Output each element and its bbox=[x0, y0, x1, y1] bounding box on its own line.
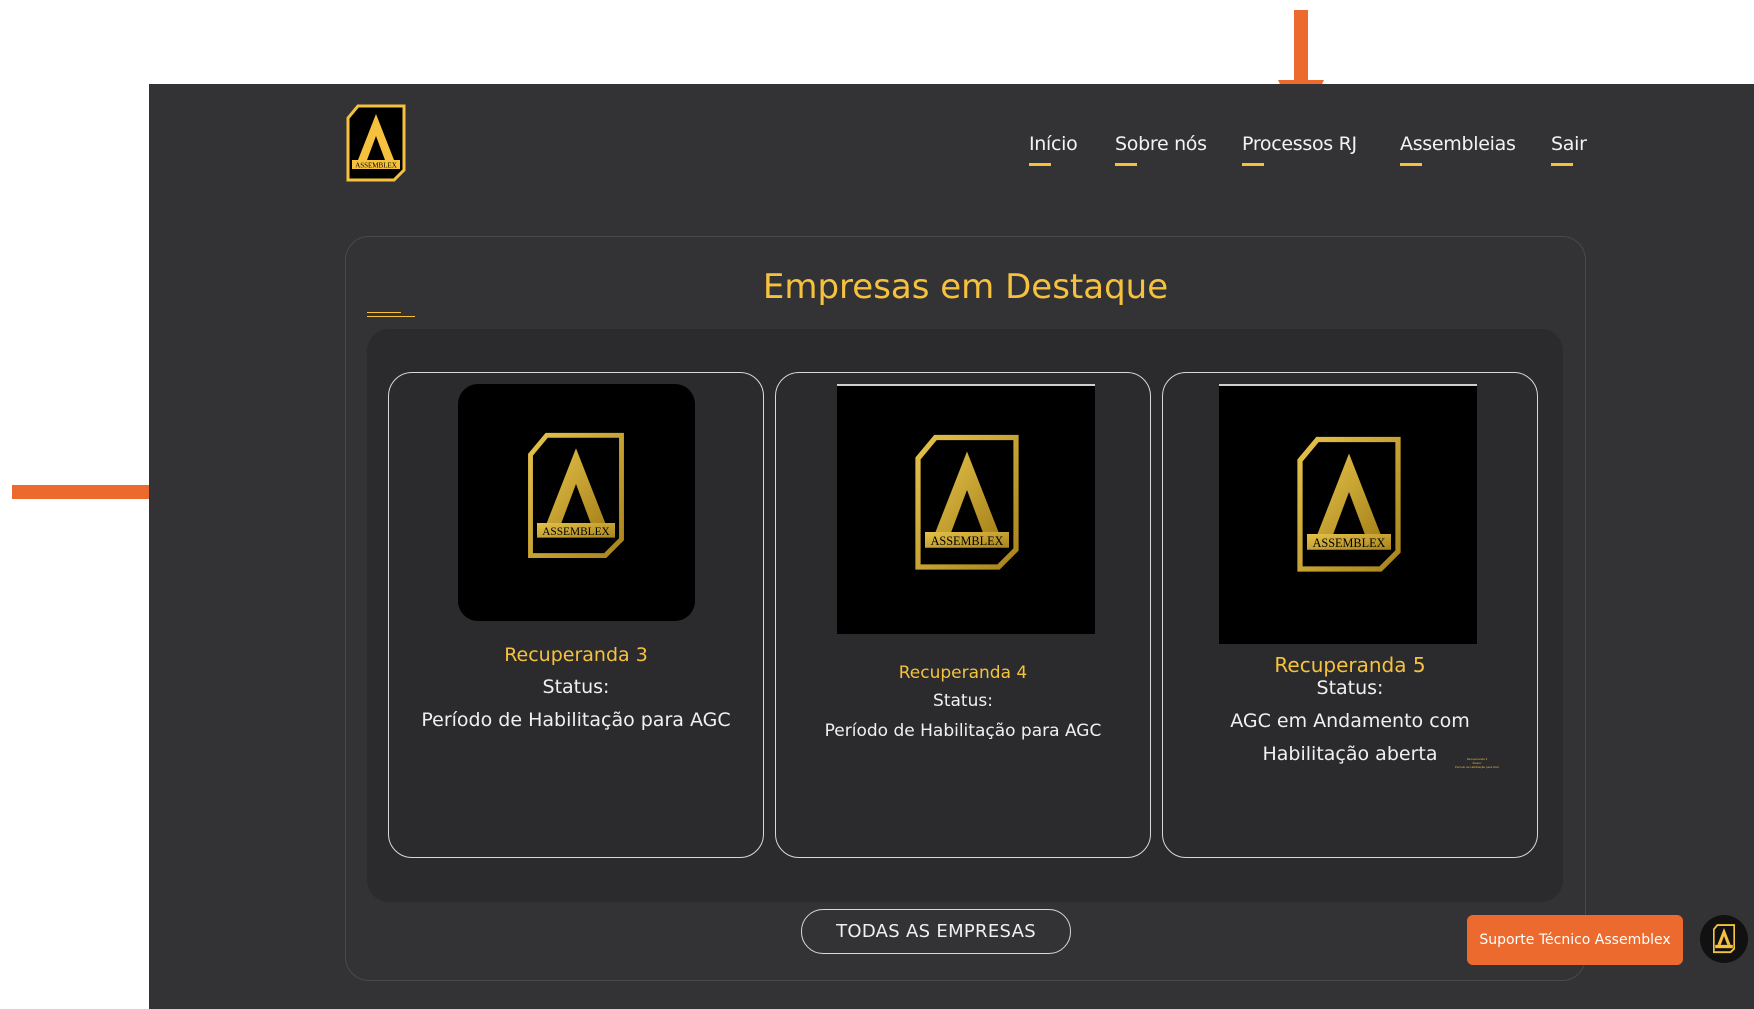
nav-processos-rj[interactable]: Processos RJ bbox=[1242, 133, 1357, 166]
nav-sobre-nos[interactable]: Sobre nós bbox=[1115, 133, 1207, 166]
nav-underline bbox=[1551, 163, 1573, 166]
svg-text:ASSEMBLEX: ASSEMBLEX bbox=[542, 526, 610, 538]
featured-companies-panel: Empresas em Destaque ASSEMBLEX Recuperan… bbox=[345, 236, 1586, 981]
nav-underline bbox=[1115, 163, 1137, 166]
status-value: Período de Habilitação para AGC bbox=[824, 721, 1102, 741]
svg-text:ASSEMBLEX: ASSEMBLEX bbox=[931, 534, 1004, 548]
status-label: Status: bbox=[1316, 677, 1384, 699]
nav-inicio[interactable]: Início bbox=[1029, 133, 1078, 166]
nav-underline bbox=[1242, 163, 1264, 166]
nav-label: Processos RJ bbox=[1242, 133, 1357, 155]
assemblex-logo-icon: ASSEMBLEX bbox=[915, 434, 1019, 570]
assemblex-logo[interactable]: ASSEMBLEX bbox=[346, 104, 406, 184]
nav-label: Sobre nós bbox=[1115, 133, 1207, 155]
app-screen: ASSEMBLEX Início Sobre nós Processos RJ … bbox=[149, 84, 1754, 1009]
company-name: Recuperanda 4 bbox=[898, 663, 1028, 683]
nav-assembleias[interactable]: Assembleias bbox=[1400, 133, 1516, 166]
nav-label: Início bbox=[1029, 133, 1078, 155]
nav-underline bbox=[1029, 163, 1051, 166]
section-title: Empresas em Destaque bbox=[762, 267, 1169, 307]
company-logo-image: ASSEMBLEX bbox=[1219, 384, 1477, 644]
company-card[interactable]: ASSEMBLEX Recuperanda 3 Status: Período … bbox=[388, 372, 764, 858]
chat-button[interactable] bbox=[1700, 915, 1748, 963]
support-button[interactable]: Suporte Técnico Assemblex bbox=[1467, 915, 1683, 965]
company-logo-image: ASSEMBLEX bbox=[458, 384, 695, 621]
all-companies-button[interactable]: TODAS AS EMPRESAS bbox=[801, 909, 1071, 954]
decorative-lines bbox=[367, 312, 417, 322]
status-value-line-1: AGC em Andamento com bbox=[1230, 710, 1470, 732]
company-logo-image: ASSEMBLEX bbox=[837, 384, 1095, 634]
company-name: Recuperanda 3 bbox=[504, 644, 648, 666]
nav-label: Assembleias bbox=[1400, 133, 1516, 155]
status-label: Status: bbox=[542, 676, 610, 698]
company-card[interactable]: ASSEMBLEX Recuperanda 4 Status: Período … bbox=[775, 372, 1151, 858]
company-card[interactable]: ASSEMBLEX Recuperanda 5 Status: AGC em A… bbox=[1162, 372, 1538, 858]
status-value: Período de Habilitação para AGC bbox=[421, 709, 731, 731]
nav-label: Sair bbox=[1551, 133, 1587, 155]
svg-text:ASSEMBLEX: ASSEMBLEX bbox=[1313, 536, 1386, 550]
companies-carousel: ASSEMBLEX Recuperanda 3 Status: Período … bbox=[367, 329, 1563, 902]
svg-text:ASSEMBLEX: ASSEMBLEX bbox=[355, 162, 397, 170]
nav-sair[interactable]: Sair bbox=[1551, 133, 1587, 166]
tiny-overlay-text: Recuperanda 3 Status: Período de Habilit… bbox=[1454, 757, 1500, 769]
chat-icon bbox=[1713, 924, 1735, 954]
status-label: Status: bbox=[933, 691, 993, 711]
nav-underline bbox=[1400, 163, 1422, 166]
company-name: Recuperanda 5 bbox=[1274, 653, 1426, 677]
assemblex-logo-icon: ASSEMBLEX bbox=[346, 104, 406, 182]
assemblex-logo-icon: ASSEMBLEX bbox=[528, 432, 624, 558]
assemblex-logo-icon: ASSEMBLEX bbox=[1297, 436, 1401, 572]
